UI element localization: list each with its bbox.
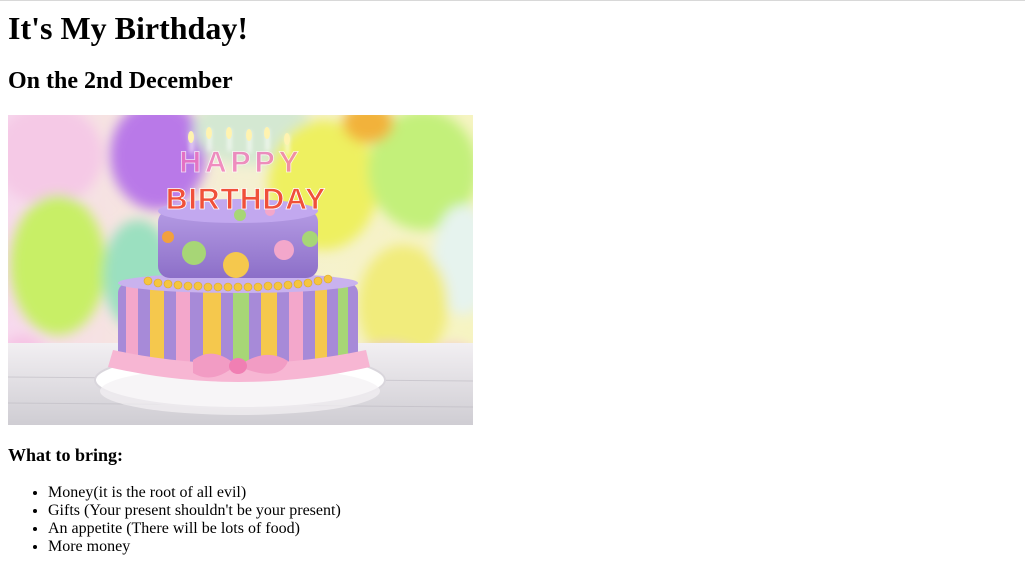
what-to-bring-list: Money(it is the root of all evil) Gifts … bbox=[8, 484, 341, 556]
cake-topper-birthday: BIRTHDAY bbox=[166, 183, 326, 216]
list-item: More money bbox=[48, 538, 341, 556]
page-top-border bbox=[0, 0, 1025, 1]
cake-topper-happy: HAPPY bbox=[179, 146, 302, 179]
what-to-bring-heading: What to bring: bbox=[8, 445, 124, 465]
page-subtitle: On the 2nd December bbox=[8, 68, 233, 94]
list-item: Gifts (Your present shouldn't be your pr… bbox=[48, 502, 341, 520]
page-title: It's My Birthday! bbox=[8, 10, 248, 46]
list-item: An appetite (There will be lots of food) bbox=[48, 520, 341, 538]
birthday-cake-image: HAPPY BIRTHDAY bbox=[8, 115, 473, 425]
list-item: Money(it is the root of all evil) bbox=[48, 484, 341, 502]
